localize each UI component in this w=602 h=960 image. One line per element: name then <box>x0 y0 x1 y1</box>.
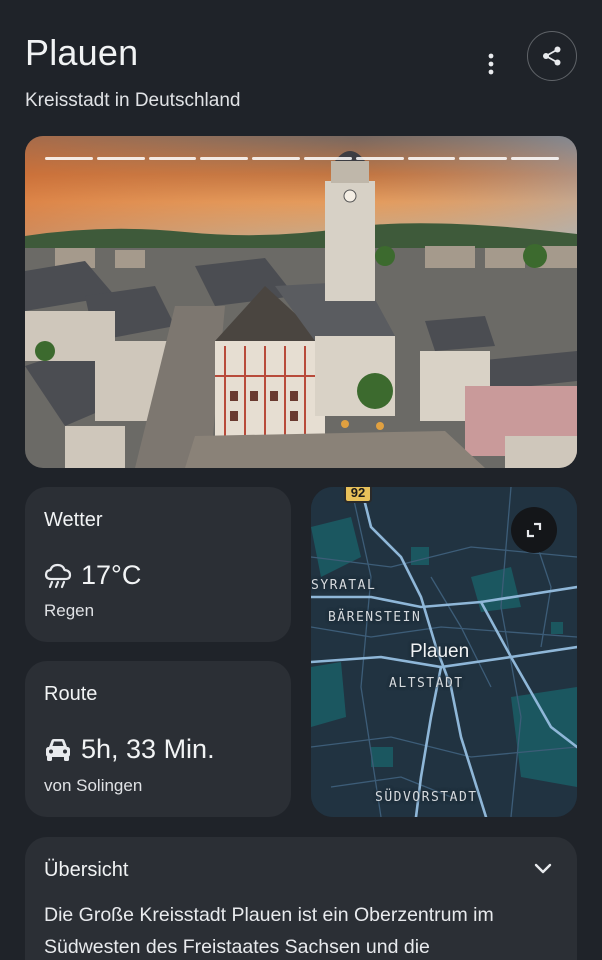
map-label-baerenstein: BÄRENSTEIN <box>328 610 422 625</box>
map-label-syratal: SYRATAL <box>311 578 377 593</box>
share-icon <box>543 46 561 66</box>
weather-value-row: 17°C <box>44 560 141 591</box>
rain-cloud-icon <box>44 563 72 588</box>
weather-title: Wetter <box>44 509 103 531</box>
weather-card[interactable]: Wetter 17°C Regen <box>25 487 291 642</box>
map-expand-button[interactable] <box>511 507 557 553</box>
carousel-progress <box>45 157 559 160</box>
route-number-shield: 92 <box>344 487 372 503</box>
map-label-city: Plauen <box>410 641 470 662</box>
expand-icon <box>526 522 542 538</box>
weather-condition: Regen <box>44 601 95 620</box>
page-title: Plauen <box>25 32 139 73</box>
overview-text: Die Große Kreisstadt Plauen ist ein Ober… <box>44 904 494 958</box>
share-button[interactable] <box>527 31 577 81</box>
overview-expand-button[interactable] <box>529 855 557 883</box>
overview-card[interactable]: Übersicht Die Große Kreisstadt Plauen is… <box>25 837 577 960</box>
temperature: 17°C <box>81 560 142 590</box>
car-icon <box>46 738 70 761</box>
more-vert-icon <box>488 53 494 75</box>
map-label-suedvorstadt: SÜDVORSTADT <box>375 790 478 805</box>
map-card[interactable]: 92 SYRATAL BÄRENSTEIN Plauen ALTSTADT SÜ… <box>311 487 577 817</box>
overview-title: Übersicht <box>44 859 129 881</box>
route-title: Route <box>44 683 98 705</box>
city-photo <box>25 136 577 468</box>
route-origin: von Solingen <box>44 776 143 795</box>
route-duration: 5h, 33 Min. <box>81 734 215 764</box>
route-card[interactable]: Route 5h, 33 Min. von Solingen <box>25 661 291 817</box>
route-value-row: 5h, 33 Min. <box>44 734 215 765</box>
page-subtitle: Kreisstadt in Deutschland <box>25 90 241 111</box>
map-label-altstadt: ALTSTADT <box>389 676 464 691</box>
header: Plauen Kreisstadt in Deutschland <box>25 31 577 122</box>
chevron-down-icon <box>534 863 552 874</box>
hero-image-carousel[interactable] <box>25 136 577 468</box>
more-options-button[interactable] <box>477 42 505 86</box>
